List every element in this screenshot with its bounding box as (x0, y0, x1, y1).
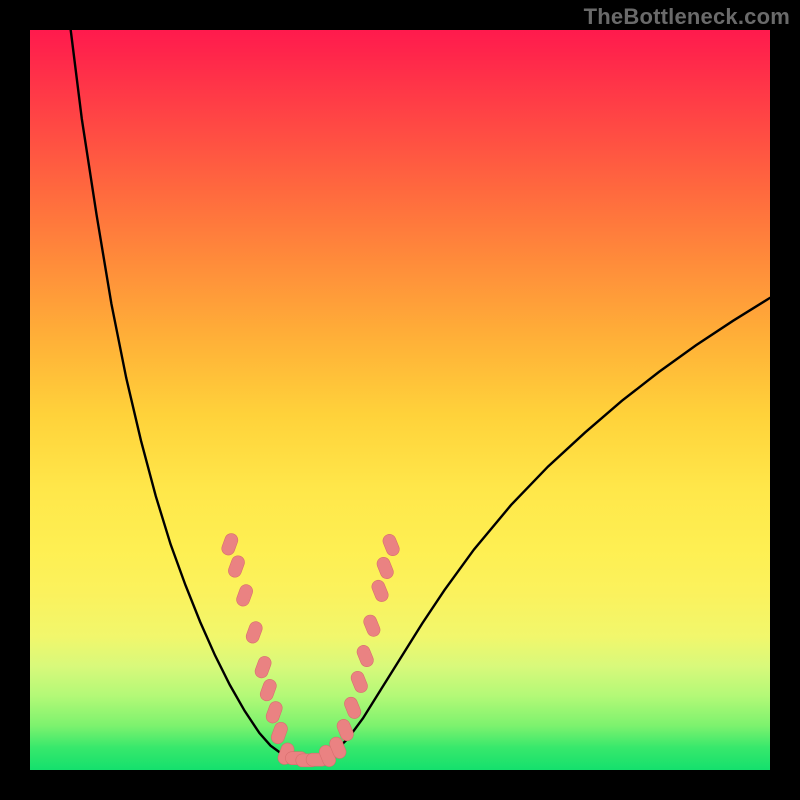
marker-group (220, 532, 401, 769)
data-marker (264, 700, 284, 725)
chart-svg (30, 30, 770, 770)
data-marker (270, 720, 290, 745)
data-marker (253, 655, 273, 680)
data-marker (244, 620, 264, 645)
data-marker (370, 578, 390, 603)
bottleneck-curve (71, 30, 770, 761)
data-marker (227, 554, 247, 579)
data-marker (342, 695, 362, 720)
chart-frame: TheBottleneck.com (0, 0, 800, 800)
curve-group (71, 30, 770, 761)
data-marker (349, 669, 369, 694)
data-marker (381, 532, 401, 557)
chart-plot-area (30, 30, 770, 770)
data-marker (220, 532, 240, 557)
watermark-text: TheBottleneck.com (584, 4, 790, 30)
data-marker (375, 555, 395, 580)
data-marker (362, 613, 382, 638)
data-marker (258, 678, 278, 703)
data-marker (355, 643, 375, 668)
data-marker (235, 583, 255, 608)
